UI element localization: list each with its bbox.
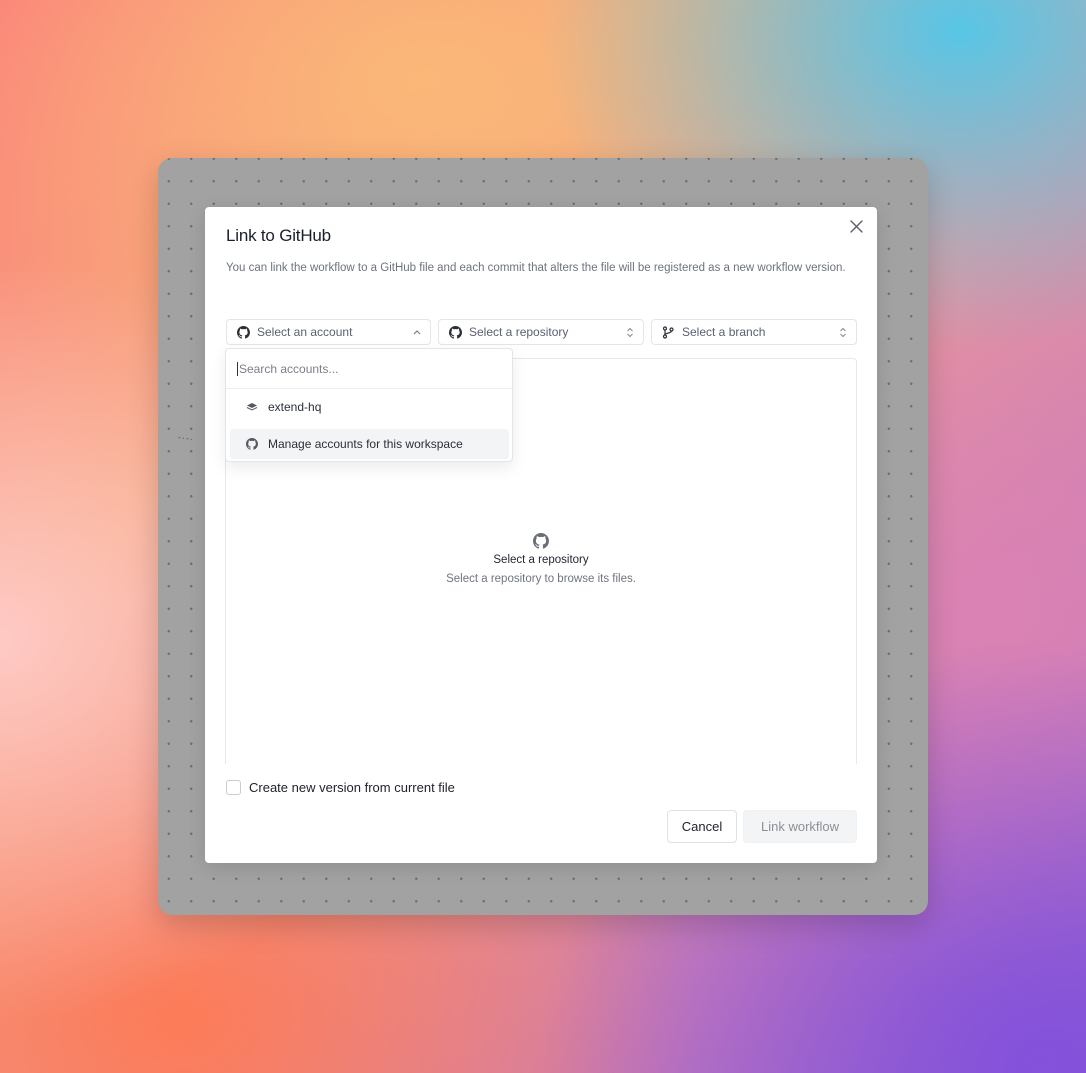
organization-icon — [246, 401, 258, 413]
account-select[interactable]: Select an account — [226, 319, 431, 345]
account-option-extend-hq[interactable]: extend-hq — [230, 392, 509, 422]
branch-select-label: Select a branch — [682, 325, 766, 339]
repository-select[interactable]: Select a repository — [438, 319, 644, 345]
create-version-checkbox-row[interactable]: Create new version from current file — [226, 780, 455, 795]
dialog-description: You can link the workflow to a GitHub fi… — [226, 262, 846, 274]
empty-state-subtitle: Select a repository to browse its files. — [446, 573, 636, 585]
manage-accounts-option[interactable]: Manage accounts for this workspace — [230, 429, 509, 459]
dialog-title: Link to GitHub — [226, 226, 331, 245]
chevron-up-down-icon — [838, 326, 848, 338]
cancel-button[interactable]: Cancel — [667, 810, 737, 843]
account-option-label: extend-hq — [268, 400, 322, 414]
git-branch-icon — [662, 325, 675, 339]
account-select-label: Select an account — [257, 325, 353, 339]
github-icon — [246, 438, 258, 450]
canvas-connector-mark: -·-· — [177, 431, 195, 445]
chevron-up-down-icon — [625, 326, 635, 338]
account-dropdown: extend-hq Manage accounts for this works… — [225, 348, 513, 462]
github-icon — [237, 325, 250, 339]
account-search-input[interactable] — [237, 361, 497, 376]
link-github-dialog: Link to GitHub You can link the workflow… — [205, 207, 877, 863]
empty-state-title: Select a repository — [493, 554, 589, 566]
link-workflow-button[interactable]: Link workflow — [743, 810, 857, 843]
create-version-label: Create new version from current file — [249, 780, 455, 795]
branch-select[interactable]: Select a branch — [651, 319, 857, 345]
chevron-up-icon — [412, 326, 422, 338]
create-version-checkbox[interactable] — [226, 780, 241, 795]
manage-accounts-label: Manage accounts for this workspace — [268, 437, 463, 451]
github-icon — [226, 533, 856, 549]
github-icon — [449, 325, 462, 339]
empty-state: Select a repository Select a repository … — [226, 533, 856, 585]
account-search-row — [226, 349, 512, 389]
close-button[interactable] — [847, 217, 865, 235]
close-icon — [849, 219, 863, 233]
repository-select-label: Select a repository — [469, 325, 569, 339]
